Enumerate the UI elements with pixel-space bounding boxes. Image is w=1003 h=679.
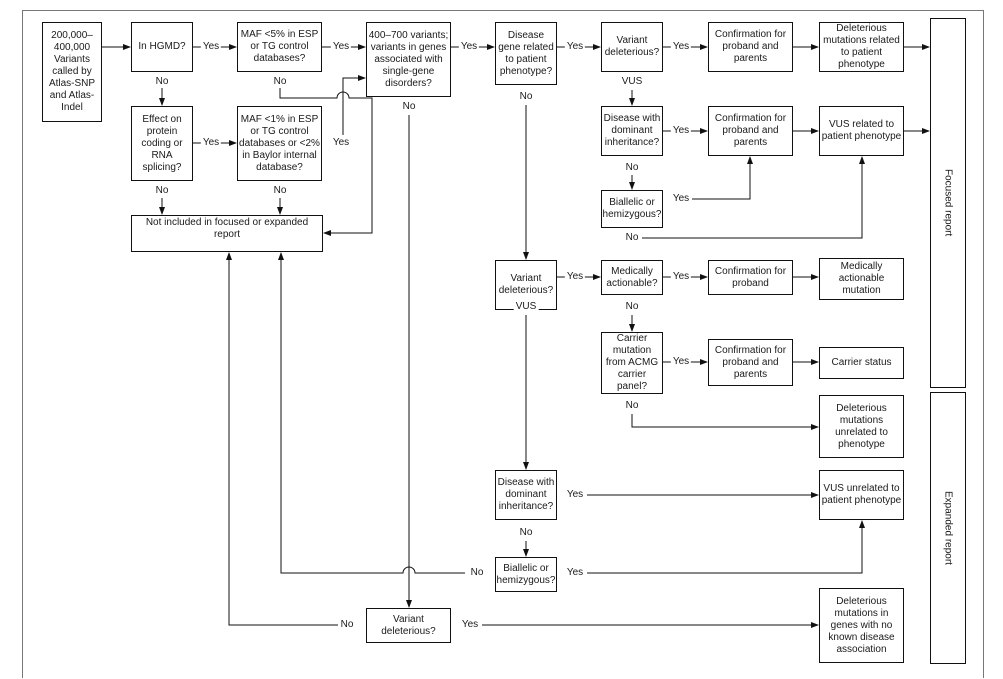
edge-label-no: No bbox=[271, 185, 289, 197]
medically-actionable-outcome: Medically actionable mutation bbox=[819, 258, 904, 300]
edge-label-yes: Yes bbox=[330, 41, 352, 53]
edge bbox=[692, 156, 753, 200]
edge-label-yes: Yes bbox=[200, 137, 222, 149]
edge-label-no: No bbox=[400, 101, 418, 113]
confirmation-box-2: Confirmation for proband and parents bbox=[708, 106, 793, 156]
edge-label-yes: Yes bbox=[670, 193, 692, 205]
deleterious-no-disease-outcome: Deleterious mutations in genes with no k… bbox=[819, 588, 904, 663]
dominant-decision-2: Disease with dominant inheritance? bbox=[495, 470, 557, 520]
edge bbox=[226, 252, 338, 626]
vus-unrelated-outcome: VUS unrelated to patient phenotype bbox=[819, 470, 904, 520]
not-included-outcome: Not included in focused or expanded repo… bbox=[131, 215, 323, 252]
variant-deleterious-decision-1: Variant deleterious? bbox=[601, 22, 663, 72]
focused-report-label: Focused report bbox=[942, 169, 954, 237]
edge bbox=[631, 414, 819, 430]
edge-label-yes: Yes bbox=[564, 567, 586, 579]
biallelic-decision-1: Biallelic or hemizygous? bbox=[601, 190, 663, 228]
carrier-decision: Carrier mutation from ACMG carrier panel… bbox=[601, 332, 663, 394]
edge-label-no: No bbox=[623, 162, 641, 174]
edge-label-no: No bbox=[517, 527, 535, 539]
edge-label-yes: Yes bbox=[564, 271, 586, 283]
edge-label-no: No bbox=[271, 76, 289, 88]
edge-label-yes: Yes bbox=[670, 356, 692, 368]
edge-label-no: No bbox=[153, 185, 171, 197]
edge-label-yes: Yes bbox=[330, 137, 352, 149]
confirmation-box-3: Confirmation for proband bbox=[708, 260, 793, 295]
deleterious-unrelated-outcome: Deleterious mutations unrelated to pheno… bbox=[819, 395, 904, 458]
edge-label-yes: Yes bbox=[200, 41, 222, 53]
edge-label-no: No bbox=[623, 232, 641, 244]
variant-deleterious-decision-3: Variant deleterious? bbox=[366, 608, 451, 643]
carrier-status-outcome: Carrier status bbox=[819, 347, 904, 379]
edge-label-no: No bbox=[468, 567, 486, 579]
edge-label-yes: Yes bbox=[670, 41, 692, 53]
edge-label-yes: Yes bbox=[670, 271, 692, 283]
expanded-report-group: Expanded report bbox=[930, 392, 966, 664]
medically-actionable-decision: Medically actionable? bbox=[601, 260, 663, 295]
hgmd-decision: In HGMD? bbox=[131, 22, 193, 72]
edge-label-no: No bbox=[517, 91, 535, 103]
disease-gene-decision: Disease gene related to patient phenotyp… bbox=[495, 22, 557, 85]
edge-label-no: No bbox=[623, 400, 641, 412]
deleterious-related-outcome: Deleterious mutations related to patient… bbox=[819, 22, 904, 72]
effect-decision: Effect on protein coding or RNA splicing… bbox=[131, 106, 193, 181]
focused-report-group: Focused report bbox=[930, 18, 966, 388]
maf5-decision: MAF <5% in ESP or TG control databases? bbox=[237, 22, 322, 72]
edge-label-no: No bbox=[623, 301, 641, 313]
edge-label-no: No bbox=[153, 76, 171, 88]
edge bbox=[587, 520, 865, 574]
input-variants-box: 200,000–400,000 Variants called by Atlas… bbox=[42, 22, 102, 122]
edge bbox=[342, 75, 366, 135]
vus-related-outcome: VUS related to patient phenotype bbox=[819, 106, 904, 156]
edge-label-yes: Yes bbox=[459, 619, 481, 631]
edge-label-yes: Yes bbox=[564, 41, 586, 53]
edge bbox=[278, 252, 465, 574]
confirmation-box-1: Confirmation for proband and parents bbox=[708, 22, 793, 72]
edge-label-yes: Yes bbox=[458, 41, 480, 53]
edge-label-yes: Yes bbox=[670, 125, 692, 137]
confirmation-box-4: Confirmation for proband and parents bbox=[708, 339, 793, 386]
dominant-decision-1: Disease with dominant inheritance? bbox=[601, 106, 663, 156]
flowchart: 200,000–400,000 Variants called by Atlas… bbox=[0, 0, 1003, 679]
single-gene-decision: 400–700 variants; variants in genes asso… bbox=[366, 22, 451, 97]
edge-label-vus: VUS bbox=[513, 301, 539, 313]
maf1-decision: MAF <1% in ESP or TG control databases o… bbox=[237, 106, 322, 181]
edge-label-yes: Yes bbox=[564, 489, 586, 501]
expanded-report-label: Expanded report bbox=[942, 491, 954, 565]
biallelic-decision-2: Biallelic or hemizygous? bbox=[495, 557, 557, 592]
edge-label-vus: VUS bbox=[619, 76, 645, 88]
edge-label-no: No bbox=[338, 619, 356, 631]
